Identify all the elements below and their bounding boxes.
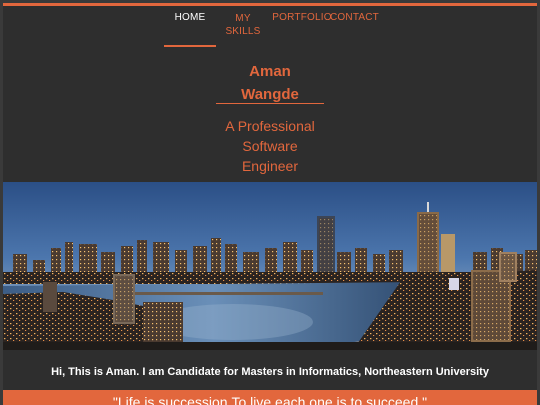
profile-name: Aman Wangde <box>200 60 340 106</box>
nav-active-underline <box>164 45 216 47</box>
nav-skills-link[interactable]: MY SKILLS <box>222 12 264 38</box>
nav-home-link[interactable]: HOME <box>164 12 216 23</box>
tagline-line1: A Professional <box>225 118 315 134</box>
profile-tagline: A Professional Software Engineer <box>195 116 345 176</box>
name-divider <box>216 103 324 104</box>
city-skyline-image <box>3 182 537 350</box>
tagline-line2: Software <box>242 138 298 154</box>
page: HOME MY SKILLS PORTFOLIO CONTACT Aman Wa… <box>0 0 540 405</box>
quote-banner: "Life is succession.To live each one is … <box>3 390 537 405</box>
nav-portfolio-link[interactable]: PORTFOLIO <box>272 12 332 23</box>
nav-skills-line1: MY <box>235 13 251 24</box>
tagline-line3: Engineer <box>241 158 299 174</box>
nav-contact-link[interactable]: CONTACT <box>330 12 379 23</box>
top-accent-bar <box>3 3 537 6</box>
first-name: Aman <box>249 63 291 80</box>
quote-text: "Life is succession.To live each one is … <box>112 394 428 405</box>
main-nav: HOME MY SKILLS PORTFOLIO CONTACT <box>0 12 540 47</box>
intro-text: Hi, This is Aman. I am Candidate for Mas… <box>51 366 489 378</box>
nav-skills-line2: SKILLS <box>225 26 261 37</box>
